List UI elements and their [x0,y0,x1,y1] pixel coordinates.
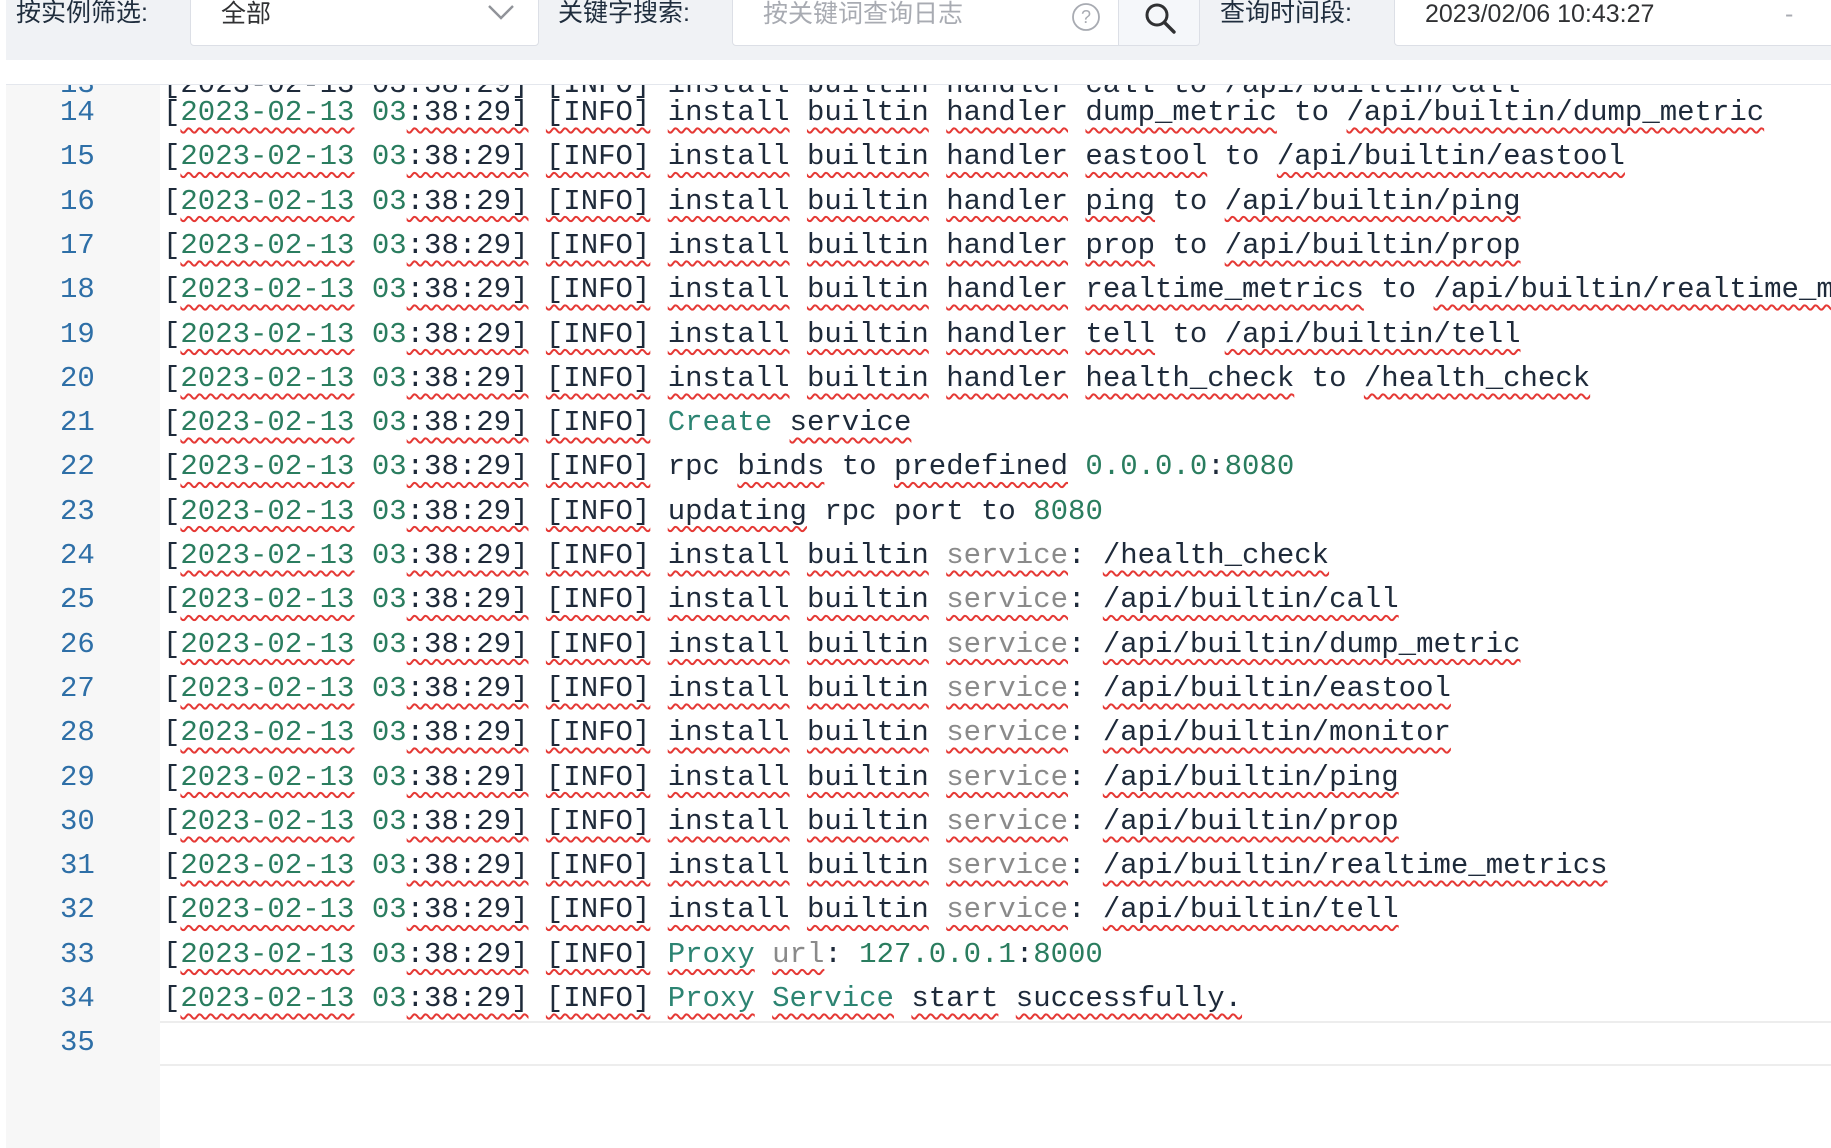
log-line: 25 [2023-02-13 03:38:29] [INFO] install b… [6,578,1831,622]
log-viewer[interactable]: 13 [2023-02-13 03:38:29] [INFO] install … [6,84,1831,1148]
log-text: [2023-02-13 03:38:29] [INFO] rpc binds t… [163,450,1295,484]
time-range-label: 查询时间段: [1220,0,1352,27]
search-icon [1145,3,1176,34]
log-line: 28 [2023-02-13 03:38:29] [INFO] install b… [6,711,1831,755]
line-number: 25 [60,583,95,617]
log-line: 16 [2023-02-13 03:38:29] [INFO] install b… [6,180,1831,224]
log-text: [2023-02-13 03:38:29] [INFO] install bui… [163,140,1625,174]
log-line: 20 [2023-02-13 03:38:29] [INFO] install b… [6,357,1831,401]
line-number: 14 [60,96,95,129]
log-line: 30 [2023-02-13 03:38:29] [INFO] install b… [6,800,1831,844]
line-number: 30 [60,804,95,838]
log-line: 29 [2023-02-13 03:38:29] [INFO] install b… [6,756,1831,800]
log-line: 21 [2023-02-13 03:38:29] [INFO] Create se… [6,401,1831,445]
line-number: 34 [60,982,95,1015]
log-text: [2023-02-13 03:38:29] [INFO] install bui… [163,804,1399,838]
line-number: 31 [60,849,95,883]
log-line: 24 [2023-02-13 03:38:29] [INFO] install b… [6,534,1831,578]
chevron-down-icon [488,5,514,20]
log-text: [2023-02-13 03:38:29] [INFO] install bui… [163,893,1399,927]
keyword-search-input[interactable]: 按关键词查询日志 ? [732,0,1124,46]
line-number: 27 [60,671,95,705]
line-number: 15 [60,140,95,174]
log-line: 27 [2023-02-13 03:38:29] [INFO] install b… [6,667,1831,711]
question-circle-icon[interactable]: ? [1071,2,1101,32]
keyword-search-label: 关键字搜索: [558,0,690,27]
log-line: 33 [2023-02-13 03:38:29] [INFO] Proxy url… [6,933,1831,977]
log-text: [2023-02-13 03:38:29] [INFO] install bui… [163,228,1521,262]
log-text: [2023-02-13 03:38:29] [INFO] install bui… [163,361,1591,395]
line-number: 20 [60,361,95,395]
log-line: 23 [2023-02-13 03:38:29] [INFO] updating … [6,490,1831,534]
line-number: 26 [60,627,95,661]
instance-filter-select[interactable]: 全部 [190,0,539,46]
line-number: 35 [60,1026,95,1060]
log-lines: 13 [2023-02-13 03:38:29] [INFO] install … [6,85,1831,1148]
log-filter-toolbar: 按实例筛选: 全部 关键字搜索: 按关键词查询日志 ? 查询时间段: 2023/… [6,0,1831,60]
log-text: [2023-02-13 03:38:29] [INFO] updating rp… [163,494,1103,528]
instance-filter-label: 按实例筛选: [16,0,148,27]
line-number: 18 [60,273,95,307]
line-number: 32 [60,893,95,927]
log-text: [2023-02-13 03:38:29] [INFO] install bui… [163,716,1451,750]
line-number: 19 [60,317,95,351]
log-line: 22 [2023-02-13 03:38:29] [INFO] rpc binds… [6,445,1831,489]
instance-filter-value: 全部 [221,0,272,28]
line-number: 23 [60,494,95,528]
log-text: [2023-02-13 03:38:29] [INFO] install bui… [163,583,1399,617]
line-number: 17 [60,228,95,262]
current-line-highlight[interactable] [160,1021,1831,1066]
log-text: [2023-02-13 03:38:29] [INFO] install bui… [163,96,1765,129]
svg-text:?: ? [1081,7,1091,27]
log-text: [2023-02-13 03:38:29] [INFO] Create serv… [163,406,912,440]
log-text: [2023-02-13 03:38:29] [INFO] install bui… [163,671,1451,705]
time-range-start[interactable]: 2023/02/06 10:43:27 [1425,1,1654,27]
log-line: 32 [2023-02-13 03:38:29] [INFO] install b… [6,888,1831,932]
time-range-picker[interactable]: 2023/02/06 10:43:27 - [1394,0,1831,46]
log-line: 35 [6,1021,1831,1066]
log-text: [2023-02-13 03:38:29] [INFO] install bui… [163,317,1521,351]
log-text: [2023-02-13 03:38:29] [INFO] Proxy url: … [163,937,1103,971]
log-text: [2023-02-13 03:38:29] [INFO] Proxy Servi… [163,982,1243,1015]
keyword-search-placeholder: 按关键词查询日志 [763,0,964,28]
log-text: [2023-02-13 03:38:29] [INFO] install bui… [163,539,1330,572]
log-line: 14 [2023-02-13 03:38:29] [INFO] install b… [6,91,1831,135]
line-number: 22 [60,450,95,484]
log-line: 34 [2023-02-13 03:38:29] [INFO] Proxy Ser… [6,977,1831,1021]
log-text: [2023-02-13 03:38:29] [INFO] install bui… [163,760,1399,794]
line-number: 29 [60,760,95,794]
log-text: [2023-02-13 03:38:29] [INFO] install bui… [163,627,1521,661]
line-number: 24 [60,539,95,572]
line-number: 16 [60,184,95,218]
log-text: [2023-02-13 03:38:29] [INFO] install bui… [163,273,1831,307]
log-line: 26 [2023-02-13 03:38:29] [INFO] install b… [6,623,1831,667]
line-number: 21 [60,406,95,440]
log-text: [2023-02-13 03:38:29] [INFO] install bui… [163,849,1608,883]
line-number: 33 [60,937,95,971]
log-text: [2023-02-13 03:38:29] [INFO] install bui… [163,184,1521,218]
log-line: 18 [2023-02-13 03:38:29] [INFO] install b… [6,268,1831,312]
search-button[interactable] [1118,0,1200,46]
log-line: 31 [2023-02-13 03:38:29] [INFO] install b… [6,844,1831,888]
log-line: 17 [2023-02-13 03:38:29] [INFO] install b… [6,224,1831,268]
log-line: 19 [2023-02-13 03:38:29] [INFO] install b… [6,313,1831,357]
line-number: 28 [60,716,95,750]
log-line: 15 [2023-02-13 03:38:29] [INFO] install b… [6,135,1831,179]
time-range-separator: - [1785,0,1794,28]
